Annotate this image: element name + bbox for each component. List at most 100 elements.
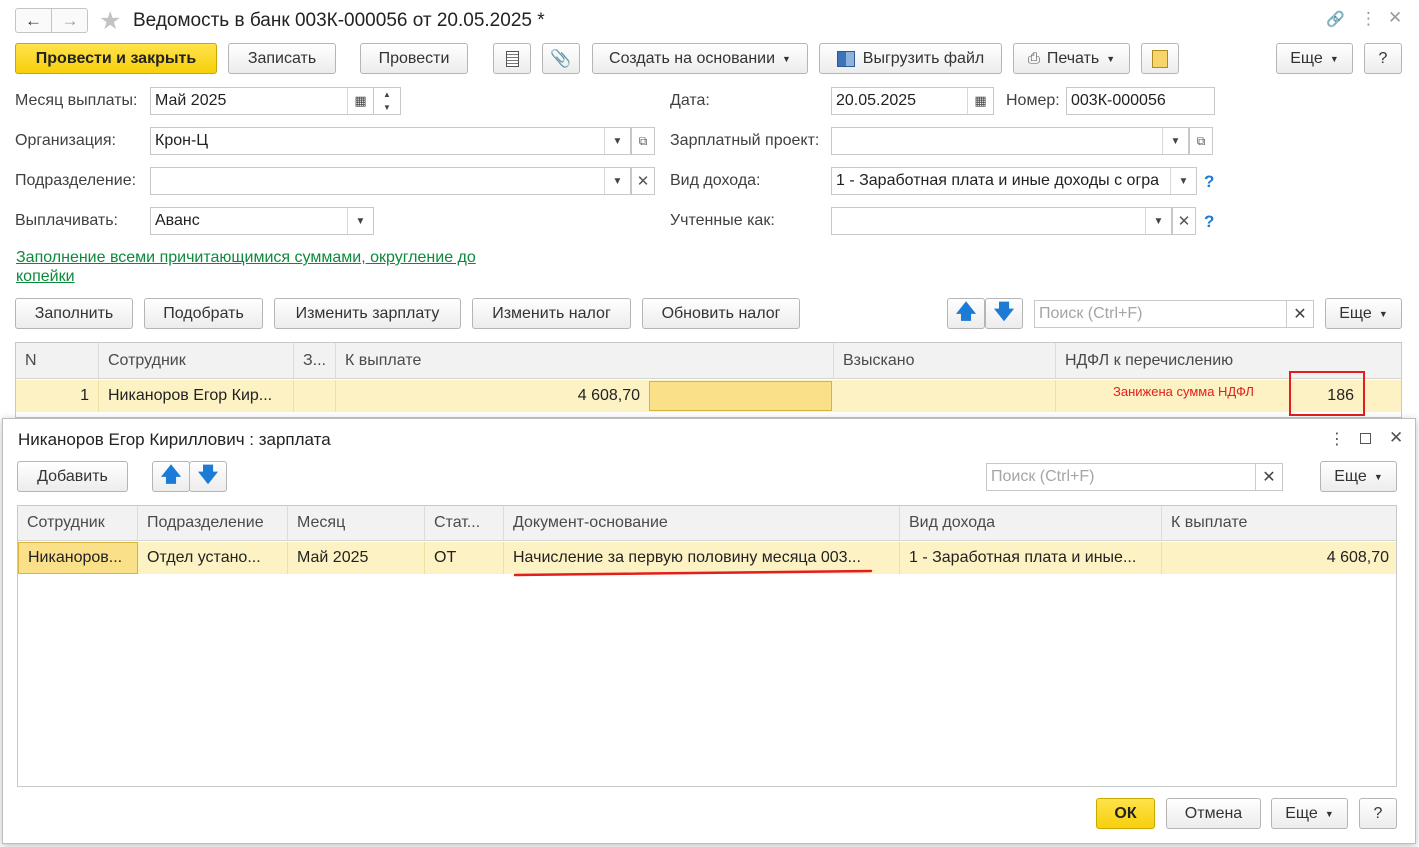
clear-search-icon[interactable]: ✕ bbox=[1255, 464, 1282, 490]
ok-label: ОК bbox=[1114, 804, 1137, 822]
month-stepper[interactable]: ▲ ▼ bbox=[373, 87, 401, 115]
update-tax-label: Обновить налог bbox=[661, 304, 781, 322]
date-value: 20.05.2025 bbox=[836, 92, 917, 109]
move-down-button[interactable]: 🡇 bbox=[985, 298, 1023, 329]
col-collected[interactable]: Взыскано bbox=[834, 343, 1056, 378]
add-button[interactable]: Добавить bbox=[17, 461, 128, 492]
save-button[interactable]: Записать bbox=[228, 43, 336, 74]
link-icon[interactable]: 🔗 bbox=[1326, 10, 1345, 28]
cancel-button[interactable]: Отмена bbox=[1166, 798, 1261, 829]
maximize-icon[interactable] bbox=[1360, 433, 1371, 444]
dialog-table-header: Сотрудник Подразделение Месяц Стат... До… bbox=[18, 506, 1396, 541]
col-department[interactable]: Подразделение bbox=[138, 506, 288, 540]
department-input[interactable]: ▼ bbox=[150, 167, 631, 195]
table-more-button[interactable]: Еще ▼ bbox=[1325, 298, 1402, 329]
dialog-move-up-button[interactable]: 🡅 bbox=[152, 461, 190, 492]
pay-input[interactable]: Аванс ▼ bbox=[150, 207, 374, 235]
more-label: Еще bbox=[1290, 49, 1323, 67]
chevron-down-icon[interactable]: ▼ bbox=[1145, 208, 1171, 234]
select-button[interactable]: Подобрать bbox=[144, 298, 263, 329]
open-salary-project-icon[interactable]: ⧉ bbox=[1189, 127, 1213, 155]
report-settings-button[interactable] bbox=[1141, 43, 1179, 74]
col-z[interactable]: З... bbox=[294, 343, 336, 378]
post-button[interactable]: Провести bbox=[360, 43, 468, 74]
col-n[interactable]: N bbox=[16, 343, 99, 378]
journal-icon bbox=[505, 50, 519, 67]
counted-as-help-icon[interactable]: ? bbox=[1204, 212, 1214, 232]
table-search-input[interactable]: Поиск (Ctrl+F) ✕ bbox=[1034, 300, 1314, 328]
forward-icon[interactable]: → bbox=[52, 9, 88, 32]
move-up-button[interactable]: 🡅 bbox=[947, 298, 985, 329]
row-collected bbox=[834, 380, 1056, 412]
attach-button[interactable]: 📎 bbox=[542, 43, 580, 74]
dropdown-arrow-icon: ▼ bbox=[1329, 53, 1339, 64]
chevron-down-icon[interactable]: ▼ bbox=[1162, 128, 1188, 154]
favorite-star-icon[interactable]: ★ bbox=[99, 6, 121, 36]
dialog-more-vertical-icon[interactable]: ⋮ bbox=[1329, 429, 1345, 449]
income-type-help-icon[interactable]: ? bbox=[1204, 172, 1214, 192]
dropdown-arrow-icon: ▼ bbox=[782, 53, 791, 64]
more-button[interactable]: Еще ▼ bbox=[1276, 43, 1353, 74]
organization-label: Организация: bbox=[15, 132, 116, 149]
chevron-down-icon[interactable]: ▼ bbox=[604, 128, 630, 154]
chevron-down-icon[interactable]: ▼ bbox=[347, 208, 373, 234]
fill-settings-link[interactable]: Заполнение всеми причитающимися суммами,… bbox=[16, 248, 516, 286]
dialog-search-input[interactable]: Поиск (Ctrl+F) ✕ bbox=[986, 463, 1283, 491]
col-to-pay[interactable]: К выплате bbox=[336, 343, 834, 378]
print-button[interactable]: ⎙ Печать ▼ bbox=[1013, 43, 1130, 74]
col-employee[interactable]: Сотрудник bbox=[18, 506, 138, 540]
close-icon[interactable]: ✕ bbox=[1388, 8, 1402, 28]
month-input[interactable]: Май 2025 ▦ bbox=[150, 87, 374, 115]
create-based-on-button[interactable]: Создать на основании ▼ bbox=[592, 43, 808, 74]
chevron-down-icon[interactable]: ▼ bbox=[604, 168, 630, 194]
post-label: Провести bbox=[378, 49, 450, 67]
export-file-button[interactable]: Выгрузить файл bbox=[819, 43, 1002, 74]
dialog-title: Никаноров Егор Кириллович : зарплата bbox=[18, 430, 331, 449]
calendar-icon[interactable]: ▦ bbox=[967, 88, 993, 114]
counted-as-input[interactable]: ▼ bbox=[831, 207, 1172, 235]
organization-input[interactable]: Крон-Ц ▼ bbox=[150, 127, 631, 155]
col-document[interactable]: Документ-основание bbox=[504, 506, 900, 540]
update-tax-button[interactable]: Обновить налог bbox=[642, 298, 800, 329]
col-status[interactable]: Стат... bbox=[425, 506, 504, 540]
salary-project-input[interactable]: ▼ bbox=[831, 127, 1189, 155]
open-organization-icon[interactable]: ⧉ bbox=[631, 127, 655, 155]
document-settings-icon bbox=[1152, 49, 1168, 68]
stepper-down-icon[interactable]: ▼ bbox=[374, 101, 400, 114]
table-row[interactable]: 1 Никаноров Егор Кир... 4 608,70 Занижен… bbox=[16, 380, 1401, 412]
back-icon[interactable]: ← bbox=[16, 9, 52, 32]
date-input[interactable]: 20.05.2025 ▦ bbox=[831, 87, 994, 115]
dialog-more-bottom-button[interactable]: Еще ▼ bbox=[1271, 798, 1348, 829]
col-to-pay[interactable]: К выплате bbox=[1162, 506, 1396, 540]
clear-counted-as-icon[interactable]: ✕ bbox=[1172, 207, 1196, 235]
col-income-type[interactable]: Вид дохода bbox=[900, 506, 1162, 540]
journal-button[interactable] bbox=[493, 43, 531, 74]
help-button[interactable]: ? bbox=[1364, 43, 1402, 74]
col-month[interactable]: Месяц bbox=[288, 506, 425, 540]
clear-department-icon[interactable]: ✕ bbox=[631, 167, 655, 195]
table-more-label: Еще bbox=[1339, 304, 1372, 322]
post-and-close-button[interactable]: Провести и закрыть bbox=[15, 43, 217, 74]
ok-button[interactable]: ОК bbox=[1096, 798, 1155, 829]
stepper-up-icon[interactable]: ▲ bbox=[374, 88, 400, 101]
col-employee[interactable]: Сотрудник bbox=[99, 343, 294, 378]
active-cell[interactable] bbox=[649, 381, 832, 411]
income-type-input[interactable]: 1 - Заработная плата и иные доходы с огр… bbox=[831, 167, 1197, 195]
dialog-help-button[interactable]: ? bbox=[1359, 798, 1397, 829]
change-tax-button[interactable]: Изменить налог bbox=[472, 298, 631, 329]
save-label: Записать bbox=[247, 49, 317, 67]
dialog-close-icon[interactable]: ✕ bbox=[1389, 428, 1403, 448]
help-label: ? bbox=[1378, 49, 1388, 67]
dropdown-arrow-icon: ▼ bbox=[1378, 308, 1388, 319]
create-based-on-label: Создать на основании bbox=[609, 49, 776, 67]
dialog-more-button[interactable]: Еще ▼ bbox=[1320, 461, 1397, 492]
change-salary-button[interactable]: Изменить зарплату bbox=[274, 298, 461, 329]
change-salary-label: Изменить зарплату bbox=[295, 304, 440, 322]
calendar-icon[interactable]: ▦ bbox=[347, 88, 373, 114]
clear-search-icon[interactable]: ✕ bbox=[1286, 301, 1313, 327]
chevron-down-icon[interactable]: ▼ bbox=[1170, 168, 1196, 194]
more-vertical-icon[interactable]: ⋮ bbox=[1360, 9, 1377, 29]
number-input[interactable]: 003К-000056 bbox=[1066, 87, 1215, 115]
dialog-move-down-button[interactable]: 🡇 bbox=[189, 461, 227, 492]
fill-button[interactable]: Заполнить bbox=[15, 298, 133, 329]
